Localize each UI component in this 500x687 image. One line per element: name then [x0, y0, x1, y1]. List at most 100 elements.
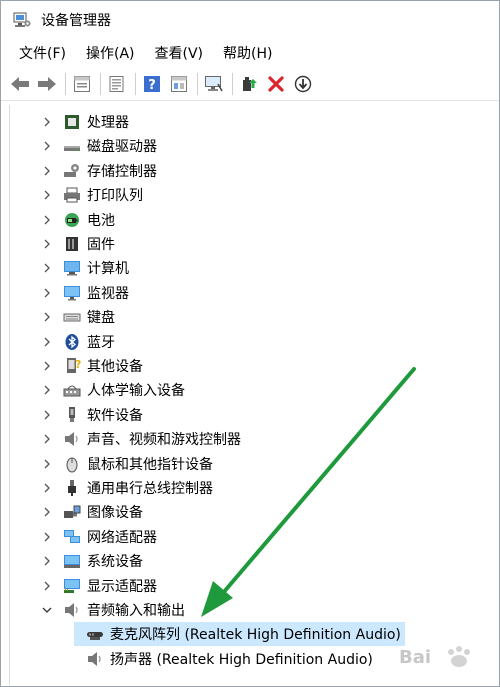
chevron-right-icon[interactable]: [41, 287, 53, 299]
keyboard-icon: [63, 308, 81, 326]
chevron-right-icon[interactable]: [41, 384, 53, 396]
node-label: 人体学输入设备: [87, 383, 185, 400]
toolbar-separator: [135, 72, 136, 95]
update-driver-icon[interactable]: [106, 73, 128, 95]
chevron-right-icon[interactable]: [41, 140, 53, 152]
device-manager-window: 设备管理器 文件(F) 操作(A) 查看(V) 帮助(H) ? 处理器 磁盘驱动…: [0, 0, 500, 687]
forward-arrow-icon[interactable]: [36, 73, 58, 95]
chevron-right-icon[interactable]: [41, 506, 53, 518]
add-driver-icon[interactable]: [238, 73, 260, 95]
node-label: 网络适配器: [87, 529, 157, 546]
usb-icon: [63, 479, 81, 497]
category-node[interactable]: 存储控制器: [10, 159, 157, 183]
node-label: 打印队列: [87, 188, 143, 205]
category-node[interactable]: 鼠标和其他指针设备: [10, 452, 213, 476]
monitor-icon: [63, 284, 81, 302]
chevron-right-icon[interactable]: [41, 580, 53, 592]
svg-text:?: ?: [148, 78, 156, 93]
watermark-logo: Bai: [397, 642, 481, 670]
node-label: 通用串行总线控制器: [87, 481, 213, 497]
hid-icon: [63, 381, 81, 399]
menu-bar: 文件(F) 操作(A) 查看(V) 帮助(H): [1, 39, 499, 67]
chevron-right-icon[interactable]: [41, 409, 53, 421]
category-node[interactable]: 网络适配器: [10, 525, 157, 549]
node-label: 其他设备: [87, 359, 143, 375]
firmware-icon: [63, 235, 81, 253]
disk-drive-icon: [63, 137, 81, 155]
scan-hardware-icon[interactable]: [203, 73, 225, 95]
node-label: 固件: [87, 237, 115, 253]
toolbar-separator: [100, 72, 101, 95]
chevron-right-icon[interactable]: [41, 336, 53, 348]
category-node[interactable]: 固件: [10, 232, 115, 256]
printer-icon: [63, 186, 81, 204]
category-node[interactable]: 计算机: [10, 256, 129, 280]
category-node[interactable]: 系统设备: [10, 549, 143, 573]
title-bar: 设备管理器: [1, 1, 499, 39]
category-node[interactable]: 监视器: [10, 281, 129, 305]
menu-help[interactable]: 帮助(H): [223, 41, 272, 65]
back-arrow-icon[interactable]: [9, 73, 31, 95]
uninstall-icon[interactable]: [265, 73, 287, 95]
node-label: 磁盘驱动器: [87, 139, 157, 156]
chevron-right-icon[interactable]: [41, 458, 53, 470]
device-node[interactable]: 扬声器 (Realtek High Definition Audio): [74, 647, 377, 671]
help-icon[interactable]: ?: [141, 73, 163, 95]
category-node[interactable]: 电池: [10, 208, 115, 232]
bluetooth-icon: [63, 333, 81, 351]
disable-device-icon[interactable]: [292, 73, 314, 95]
speaker-icon: [86, 650, 104, 668]
chevron-right-icon[interactable]: [41, 116, 53, 128]
chevron-right-icon[interactable]: [41, 189, 53, 201]
category-node[interactable]: 键盘: [10, 305, 115, 329]
category-node[interactable]: 磁盘驱动器: [10, 134, 157, 158]
chevron-right-icon[interactable]: [41, 214, 53, 226]
menu-view[interactable]: 查看(V): [155, 41, 204, 65]
node-label: 处理器: [87, 115, 129, 131]
category-node[interactable]: 人体学输入设备: [10, 378, 185, 402]
view-panel-icon[interactable]: [168, 73, 190, 95]
node-label: 监视器: [87, 285, 129, 302]
category-node[interactable]: 软件设备: [10, 403, 143, 427]
node-label: 蓝牙: [87, 334, 115, 351]
node-label: 软件设备: [87, 407, 143, 424]
chevron-right-icon[interactable]: [41, 482, 53, 494]
node-label: 键盘: [87, 310, 115, 327]
system-device-icon: [63, 552, 81, 570]
chevron-right-icon[interactable]: [41, 238, 53, 250]
menu-file[interactable]: 文件(F): [19, 41, 66, 65]
device-node[interactable]: 麦克风阵列 (Realtek High Definition Audio): [74, 622, 405, 647]
chevron-right-icon[interactable]: [41, 165, 53, 177]
other-device-icon: ?: [63, 357, 81, 375]
category-node[interactable]: 显示适配器: [10, 574, 157, 598]
chevron-down-icon[interactable]: [41, 604, 53, 616]
chevron-right-icon[interactable]: [41, 360, 53, 372]
software-device-icon: [63, 406, 81, 424]
category-node[interactable]: ? 其他设备: [10, 354, 143, 378]
chevron-right-icon[interactable]: [41, 531, 53, 543]
toolbar-separator: [232, 72, 233, 95]
category-node[interactable]: 处理器: [10, 110, 129, 134]
node-label: 扬声器 (Realtek High Definition Audio): [110, 651, 373, 668]
svg-text:Bai: Bai: [399, 647, 431, 668]
properties-icon[interactable]: [71, 73, 93, 95]
chevron-right-icon[interactable]: [41, 555, 53, 567]
chevron-right-icon[interactable]: [41, 311, 53, 323]
audio-io-icon: [63, 601, 81, 619]
category-node[interactable]: 图像设备: [10, 500, 143, 524]
node-label: 显示适配器: [87, 578, 157, 595]
microphone-icon: [86, 625, 104, 643]
category-node[interactable]: 声音、视频和游戏控制器: [10, 427, 241, 451]
menu-action[interactable]: 操作(A): [86, 41, 135, 65]
category-node[interactable]: 打印队列: [10, 183, 143, 207]
category-node[interactable]: 音频输入和输出: [10, 598, 185, 622]
storage-controller-icon: [63, 162, 81, 180]
category-node[interactable]: 通用串行总线控制器: [10, 476, 213, 500]
chevron-right-icon[interactable]: [41, 433, 53, 445]
chevron-right-icon[interactable]: [41, 262, 53, 274]
battery-icon: [63, 211, 81, 229]
toolbar-separator: [65, 72, 66, 95]
node-label: 图像设备: [87, 505, 143, 522]
window-title: 设备管理器: [41, 13, 111, 29]
category-node[interactable]: 蓝牙: [10, 330, 115, 354]
